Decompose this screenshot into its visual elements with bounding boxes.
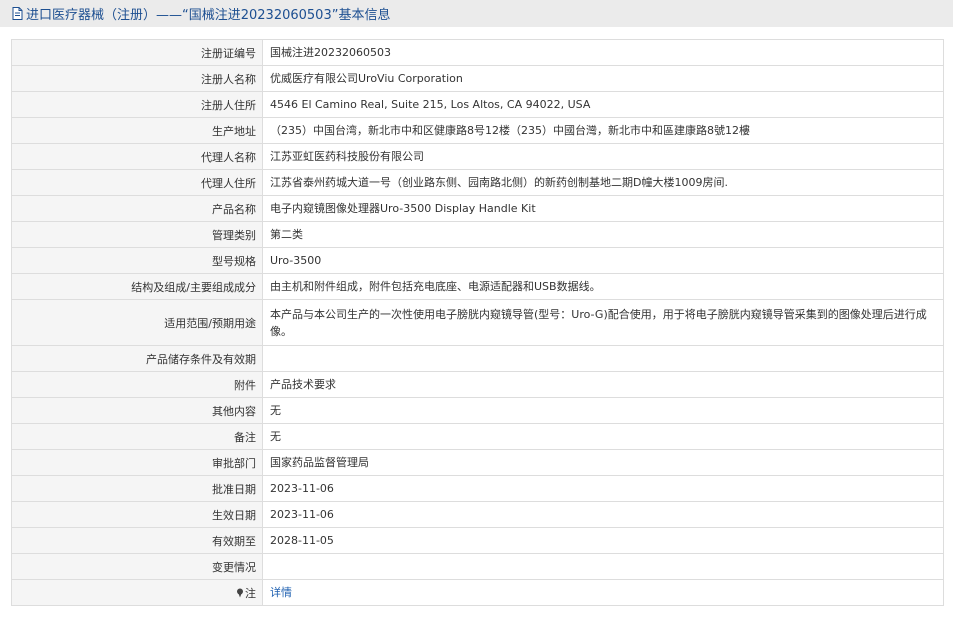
row-label: 附件 [11,371,263,398]
table-row: 备注无 [11,423,944,450]
table-row: 代理人住所 江苏省泰州药城大道一号（创业路东侧、园南路北侧）的新药创制基地二期D幢… [11,169,944,196]
row-value: 无 [262,423,944,450]
table-row: 结构及组成/主要组成成分 由主机和附件组成，附件包括充电底座、电源适配器和USB数… [11,273,944,300]
row-value: 2028-11-05 [262,527,944,554]
row-label: 产品名称 [11,195,263,222]
row-label: 有效期至 [11,527,263,554]
table-row: 管理类别 第二类 [11,221,944,248]
row-label: 审批部门 [11,449,263,476]
row-value: Uro-3500 [262,247,944,274]
row-label: 代理人名称 [11,143,263,170]
row-value: 江苏省泰州药城大道一号（创业路东侧、园南路北侧）的新药创制基地二期D幢大楼100… [262,169,944,196]
table-row: 注册人住所 4546 El Camino Real, Suite 215, Los… [11,91,944,118]
row-label: 变更情况 [11,553,263,580]
row-value: 产品技术要求 [262,371,944,398]
row-value-note: 详情 [262,579,944,606]
row-label: 代理人住所 [11,169,263,196]
document-icon [12,7,24,21]
row-value: 由主机和附件组成，附件包括充电底座、电源适配器和USB数据线。 [262,273,944,300]
row-label: 注册人住所 [11,91,263,118]
detail-link[interactable]: 详情 [270,586,292,599]
table-row: 其他内容无 [11,397,944,424]
table-row: 附件 产品技术要求 [11,371,944,398]
table-row-note: 注 详情 [11,579,944,606]
page-title-bar: 进口医疗器械（注册）——“国械注进20232060503”基本信息 [0,0,953,27]
table-row: 有效期至 2028-11-05 [11,527,944,554]
table-row: 生产地址 （235）中国台湾，新北市中和区健康路8号12楼（235）中國台灣，新北… [11,117,944,144]
table-row: 代理人名称 江苏亚虹医药科技股份有限公司 [11,143,944,170]
row-label: 注册人名称 [11,65,263,92]
device-info-table: 注册证编号 国械注进20232060503 注册人名称 优威医疗有限公司UroViu … [11,39,944,606]
row-value: 江苏亚虹医药科技股份有限公司 [262,143,944,170]
table-row: 批准日期 2023-11-06 [11,475,944,502]
row-value: 无 [262,397,944,424]
row-label: 管理类别 [11,221,263,248]
row-label: 生效日期 [11,501,263,528]
row-value: 电子内窥镜图像处理器Uro-3500 Display Handle Kit [262,195,944,222]
page-title: 进口医疗器械（注册）——“国械注进20232060503”基本信息 [26,8,391,23]
row-label: 适用范围/预期用途 [11,299,263,346]
table-row: 适用范围/预期用途 本产品与本公司生产的一次性使用电子膀胱内窥镜导管(型号：Uro… [11,299,944,346]
row-value: 第二类 [262,221,944,248]
row-value: 优威医疗有限公司UroViu Corporation [262,65,944,92]
row-value: 国家药品监督管理局 [262,449,944,476]
row-label: 注册证编号 [11,39,263,66]
row-value [262,553,944,580]
row-label: 备注 [11,423,263,450]
row-label: 其他内容 [11,397,263,424]
pin-icon [236,588,244,601]
table-row: 型号规格 Uro-3500 [11,247,944,274]
table-row: 变更情况 [11,553,944,580]
row-value: 2023-11-06 [262,475,944,502]
row-value: 2023-11-06 [262,501,944,528]
table-row: 产品储存条件及有效期 [11,345,944,372]
row-value: 4546 El Camino Real, Suite 215, Los Alto… [262,91,944,118]
table-row: 生效日期 2023-11-06 [11,501,944,528]
row-value: （235）中国台湾，新北市中和区健康路8号12楼（235）中國台灣，新北市中和區… [262,117,944,144]
row-value [262,345,944,372]
row-label: 产品储存条件及有效期 [11,345,263,372]
table-row: 注册证编号 国械注进20232060503 [11,39,944,66]
row-value: 本产品与本公司生产的一次性使用电子膀胱内窥镜导管(型号：Uro-G)配合使用，用… [262,299,944,346]
row-label: 型号规格 [11,247,263,274]
row-label: 结构及组成/主要组成成分 [11,273,263,300]
row-label: 生产地址 [11,117,263,144]
table-row: 产品名称 电子内窥镜图像处理器Uro-3500 Display Handle Ki… [11,195,944,222]
row-value: 国械注进20232060503 [262,39,944,66]
table-row: 注册人名称 优威医疗有限公司UroViu Corporation [11,65,944,92]
table-row: 审批部门 国家药品监督管理局 [11,449,944,476]
row-label: 批准日期 [11,475,263,502]
row-label-note: 注 [11,579,263,606]
